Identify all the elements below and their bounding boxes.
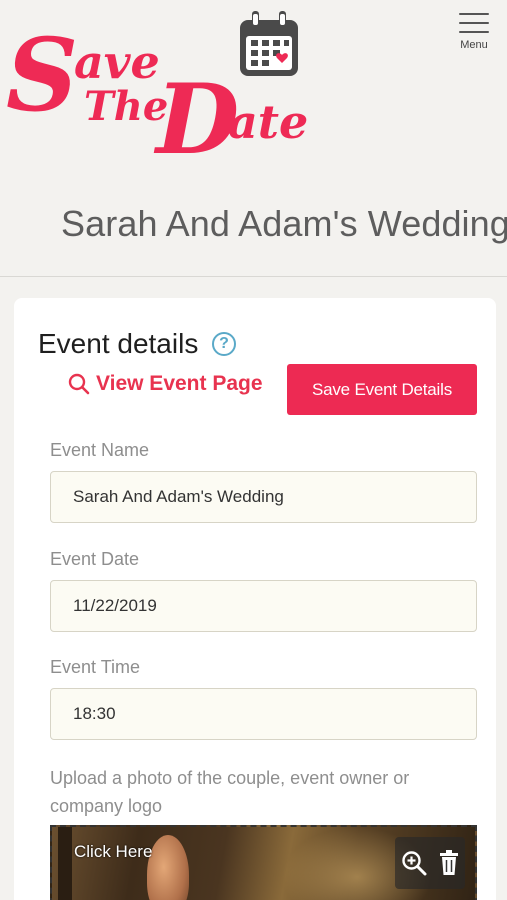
event-name-input[interactable] bbox=[50, 471, 477, 523]
event-date-input[interactable] bbox=[50, 580, 477, 632]
event-details-card: Event details ? View Event Page Save Eve… bbox=[14, 298, 496, 900]
logo-graphic: S ave The D ate bbox=[6, 11, 308, 176]
photo-tree bbox=[58, 827, 72, 900]
photo-person bbox=[147, 835, 189, 900]
event-time-input[interactable] bbox=[50, 688, 477, 740]
event-name-label: Event Name bbox=[50, 440, 150, 460]
question-circle-icon[interactable]: ? bbox=[212, 332, 236, 356]
event-date-label: Event Date bbox=[50, 549, 140, 569]
trash-icon[interactable] bbox=[439, 850, 459, 876]
hamburger-icon bbox=[457, 10, 491, 33]
page-title: Sarah And Adam's Wedding bbox=[61, 203, 507, 244]
view-event-page-label: View Event Page bbox=[96, 372, 263, 395]
section-title: Event details bbox=[38, 328, 199, 359]
calendar-icon bbox=[240, 11, 298, 76]
svg-text:ave: ave bbox=[74, 35, 160, 89]
svg-text:D: D bbox=[153, 63, 239, 163]
save-the-date-logo[interactable]: S ave The D ate bbox=[6, 8, 316, 176]
photo-upload-area[interactable]: Click Here bbox=[50, 825, 477, 900]
svg-text:S: S bbox=[6, 16, 78, 134]
menu-label: Menu bbox=[460, 39, 488, 51]
photo-tools bbox=[395, 837, 465, 889]
click-here-label: Click Here bbox=[74, 842, 153, 861]
menu-button[interactable]: Menu bbox=[457, 10, 491, 51]
view-event-page-link[interactable]: View Event Page bbox=[68, 372, 263, 396]
search-icon bbox=[68, 373, 90, 395]
header-divider bbox=[0, 276, 507, 277]
svg-text:ate: ate bbox=[228, 95, 308, 149]
zoom-in-icon[interactable] bbox=[401, 850, 427, 876]
save-event-details-button[interactable]: Save Event Details bbox=[287, 364, 477, 415]
upload-photo-label: Upload a photo of the couple, event owne… bbox=[50, 768, 410, 816]
event-time-label: Event Time bbox=[50, 657, 141, 677]
